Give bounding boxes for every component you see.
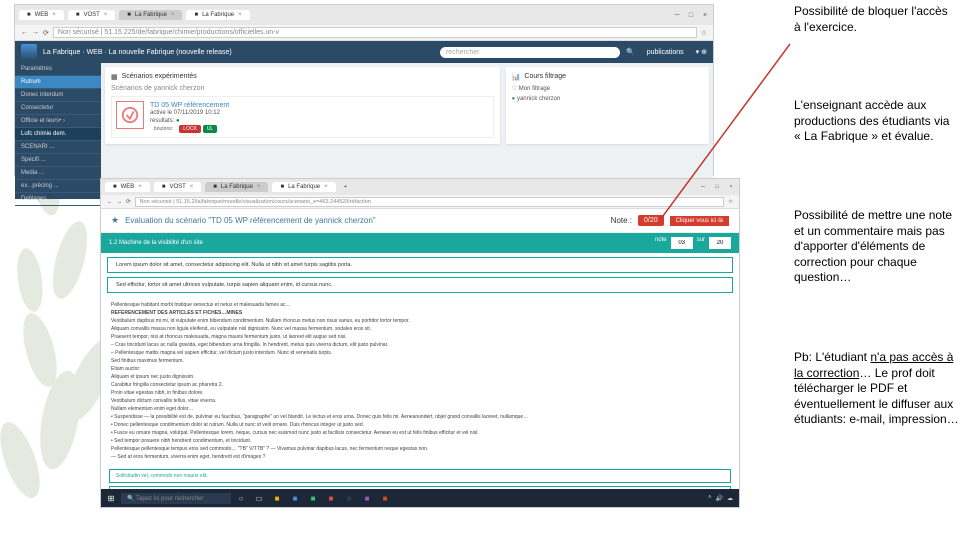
browser-tab[interactable]: ■La Fabrique× bbox=[272, 182, 335, 192]
screenshot-fabrique-list: ■WEB× ■VOST× ■La Fabrique× ■La Fabrique×… bbox=[14, 4, 714, 176]
browser-tab[interactable]: ■VOST× bbox=[68, 10, 115, 20]
sidebar-item[interactable]: Deblages ... bbox=[15, 193, 101, 206]
sidebar-item[interactable]: SCENARI ... bbox=[15, 141, 101, 154]
sidebar-item[interactable]: Rutrum bbox=[15, 76, 101, 89]
sidebar-item-active[interactable]: Lufc chimie dem. bbox=[15, 128, 101, 141]
scenario-title: TD 05 WP référencement bbox=[150, 101, 229, 110]
browser-tab[interactable]: ■WEB× bbox=[19, 10, 64, 20]
browser-tab[interactable]: ■VOST× bbox=[154, 182, 201, 192]
sidebar-item[interactable]: Paramètres bbox=[15, 63, 101, 76]
nav-fwd-icon[interactable]: → bbox=[117, 199, 123, 205]
sub-section: Lorem ipsum dolor sit amet, consectetur … bbox=[107, 257, 733, 273]
sidebar-item[interactable]: Media ... bbox=[15, 167, 101, 180]
address-bar[interactable]: Non sécurisé | 51.15.225/de/fabrique/chi… bbox=[53, 27, 697, 38]
app-logo bbox=[21, 44, 37, 60]
minimize-icon[interactable]: ─ bbox=[673, 12, 681, 19]
tray-icon[interactable]: ˄ bbox=[708, 495, 712, 502]
sidebar-item[interactable]: Donec interdum bbox=[15, 89, 101, 102]
card-title: Cours filtrage bbox=[524, 73, 566, 81]
app-icon[interactable]: ■ bbox=[305, 491, 321, 505]
app-icon[interactable]: ■ bbox=[341, 491, 357, 505]
window-controls: ─ □ × bbox=[673, 12, 709, 19]
app-icon[interactable]: ■ bbox=[377, 491, 393, 505]
annotation-problem: Pb: L'étudiant n'a pas accès à la correc… bbox=[794, 350, 959, 428]
browser-tab-strip: ■WEB× ■VOST× ■La Fabrique× ■La Fabrique×… bbox=[101, 179, 739, 195]
section-header: 1.2 Machine de la visibilité d'un site n… bbox=[101, 233, 739, 253]
close-icon[interactable]: × bbox=[701, 12, 709, 19]
answer-body: Pellentesque habitant morbi tristique se… bbox=[101, 297, 739, 466]
nav-back-icon[interactable]: ← bbox=[21, 29, 28, 36]
annotation-note-comment: Possibilité de mettre une note et un com… bbox=[794, 208, 959, 286]
windows-taskbar: ⊞ 🔍 Tapez ici pour rechercher ○ ▭ ■ ■ ■ … bbox=[101, 489, 740, 507]
tray-icon[interactable]: ☁ bbox=[727, 495, 733, 502]
app-icon[interactable]: ■ bbox=[287, 491, 303, 505]
app-title: La Fabrique · WEB · La nouvelle Fabrique… bbox=[43, 49, 232, 56]
browser-tab[interactable]: ■La Fabrique× bbox=[186, 10, 249, 20]
note-label: Note : bbox=[611, 216, 632, 225]
sidebar-item[interactable]: Spécifi ... bbox=[15, 154, 101, 167]
nav-fwd-icon[interactable]: → bbox=[32, 29, 39, 36]
app-topbar: La Fabrique · WEB · La nouvelle Fabrique… bbox=[15, 41, 713, 63]
task-view-icon[interactable]: ▭ bbox=[251, 491, 267, 505]
scenario-date: active le 07/11/2019 10:12 bbox=[150, 110, 229, 118]
browser-tab[interactable]: ■La Fabrique× bbox=[119, 10, 182, 20]
reload-icon[interactable]: ⟳ bbox=[43, 29, 49, 37]
search-icon[interactable]: 🔍 bbox=[626, 48, 635, 56]
maximize-icon[interactable]: □ bbox=[687, 12, 695, 19]
start-icon[interactable]: ⊞ bbox=[103, 491, 119, 505]
annotation-block-access: Possibilité de bloquer l'accès à l'exerc… bbox=[794, 4, 954, 35]
address-bar[interactable]: Non sécurisé | 51.15.2/la/fabrique/moodl… bbox=[135, 197, 724, 207]
sub-section: Sed efficitur, tortor sit amet ultrices … bbox=[107, 277, 733, 293]
sidebar: Paramètres Rutrum Donec interdum Consect… bbox=[15, 63, 101, 199]
sidebar-item[interactable]: ex. .précing ... bbox=[15, 180, 101, 193]
browser-tab[interactable]: ■La Fabrique× bbox=[205, 182, 268, 192]
browser-tab-strip: ■WEB× ■VOST× ■La Fabrique× ■La Fabrique×… bbox=[15, 5, 713, 25]
reload-icon[interactable]: ⟳ bbox=[126, 199, 131, 205]
screenshot-evaluation: ■WEB× ■VOST× ■La Fabrique× ■La Fabrique×… bbox=[100, 178, 740, 508]
search-input[interactable]: rechercher bbox=[440, 47, 620, 58]
browser-tab[interactable]: ■WEB× bbox=[105, 182, 150, 192]
taskbar-search[interactable]: 🔍 Tapez ici pour rechercher bbox=[121, 493, 231, 504]
card-title: Scénarios expérimentés bbox=[122, 73, 197, 81]
star-icon[interactable]: ☆ bbox=[701, 29, 707, 37]
card-scenarios: ▦ Scénarios expérimentés Scénarios de ya… bbox=[105, 67, 500, 144]
star-icon: ★ bbox=[111, 215, 119, 226]
tray-icon[interactable]: 🔊 bbox=[716, 495, 723, 502]
nav-back-icon[interactable]: ← bbox=[107, 199, 113, 205]
comment-box[interactable]: Sollicitudin vel, commodo non mauris eli… bbox=[109, 469, 731, 483]
evaluation-title: Evaluation du scénario "TD 05 WP référen… bbox=[125, 216, 605, 225]
scenario-thumb-icon bbox=[116, 101, 144, 129]
sidebar-item[interactable]: Consectetur bbox=[15, 102, 101, 115]
scenario-item[interactable]: TD 05 WP référencement active le 07/11/2… bbox=[111, 96, 494, 138]
app-icon[interactable]: ■ bbox=[359, 491, 375, 505]
app-icon[interactable]: ■ bbox=[323, 491, 339, 505]
arrow-red bbox=[660, 40, 800, 240]
annotation-teacher-access: L'enseignant accède aux productions des … bbox=[794, 98, 959, 145]
app-icon[interactable]: ■ bbox=[269, 491, 285, 505]
sidebar-item[interactable]: Officie et leurs• › bbox=[15, 115, 101, 128]
cortana-icon[interactable]: ○ bbox=[233, 491, 249, 505]
